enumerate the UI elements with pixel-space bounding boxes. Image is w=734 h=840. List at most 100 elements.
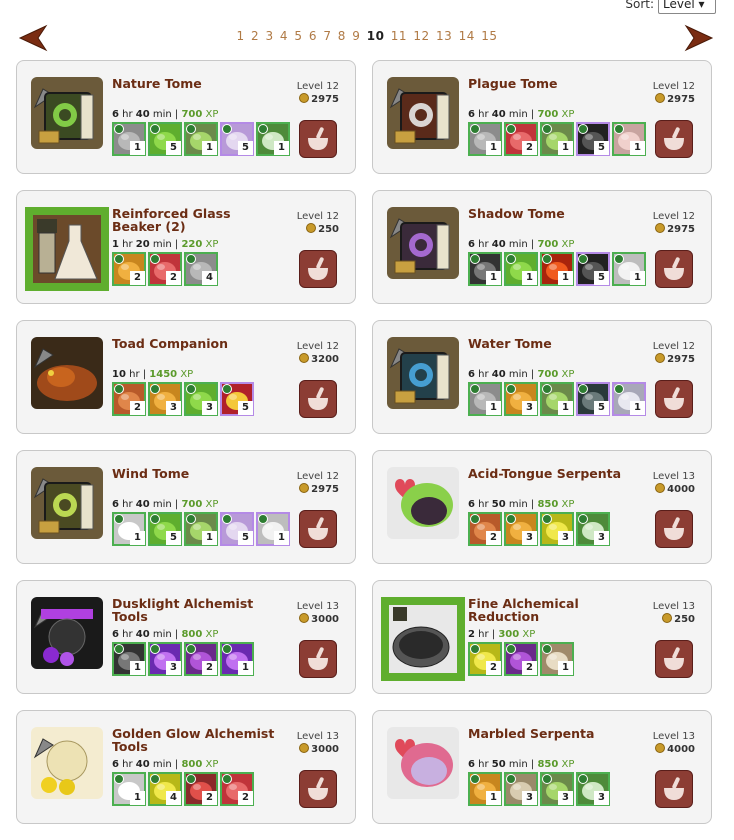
ingredient-slot[interactable]: 1: [468, 252, 502, 286]
ingredient-slot[interactable]: 1: [468, 122, 502, 156]
ingredient-qty: 2: [486, 531, 501, 545]
recipe-card: Plague Tome Level 12 2975 6 hr 40 min | 700…: [372, 60, 712, 174]
ingredient-slot[interactable]: 1: [540, 122, 574, 156]
page-link-4[interactable]: 4: [280, 29, 288, 43]
ingredient-slot[interactable]: 1: [612, 252, 646, 286]
brew-button[interactable]: [299, 250, 337, 288]
ingredient-slot[interactable]: 1: [256, 122, 290, 156]
ingredient-slot[interactable]: 1: [184, 512, 218, 546]
brew-button[interactable]: [655, 380, 693, 418]
ingredient-slot[interactable]: 2: [112, 252, 146, 286]
ingredient-slot[interactable]: 4: [184, 252, 218, 286]
ingredient-owned-icon: [578, 514, 588, 524]
ingredient-slot[interactable]: 1: [468, 382, 502, 416]
page-link-8[interactable]: 8: [338, 29, 346, 43]
sort-select[interactable]: Level ▾: [658, 0, 716, 14]
page-link-11[interactable]: 11: [391, 29, 407, 43]
ingredient-owned-icon: [470, 124, 480, 134]
ingredient-slot[interactable]: 1: [112, 772, 146, 806]
ingredient-owned-icon: [614, 384, 624, 394]
brew-button[interactable]: [655, 250, 693, 288]
ingredient-slot[interactable]: 1: [112, 122, 146, 156]
xp-value: 700: [181, 499, 203, 510]
page-link-7[interactable]: 7: [323, 29, 331, 43]
page-link-2[interactable]: 2: [251, 29, 259, 43]
level-label: Level 12: [652, 211, 695, 222]
recipe-image: [31, 77, 103, 149]
ingredient-slot[interactable]: 1: [256, 512, 290, 546]
ingredient-slot[interactable]: 3: [576, 512, 610, 546]
ingredient-slot[interactable]: 5: [220, 382, 254, 416]
recipe-card: Fine Alchemical Reduction Level 13 250 2 hr…: [372, 580, 712, 694]
ingredient-slot[interactable]: 1: [184, 122, 218, 156]
ingredient-slot[interactable]: 3: [540, 512, 574, 546]
ingredient-slot[interactable]: 3: [148, 642, 182, 676]
ingredient-slot[interactable]: 3: [504, 772, 538, 806]
page-link-5[interactable]: 5: [294, 29, 302, 43]
level-label: Level 12: [296, 211, 339, 222]
xp-label: XP: [561, 369, 575, 380]
ingredient-slot[interactable]: 1: [468, 772, 502, 806]
ingredient-slot[interactable]: 1: [112, 642, 146, 676]
ingredient-slot[interactable]: 5: [576, 252, 610, 286]
page-link-1[interactable]: 1: [237, 29, 245, 43]
ingredient-slot[interactable]: 2: [184, 642, 218, 676]
page-link-6[interactable]: 6: [309, 29, 317, 43]
ingredient-slot[interactable]: 2: [504, 122, 538, 156]
ingredient-owned-icon: [150, 124, 160, 134]
brew-button[interactable]: [299, 770, 337, 808]
ingredient-slot[interactable]: 5: [220, 512, 254, 546]
page-link-12[interactable]: 12: [413, 29, 429, 43]
ingredient-slot[interactable]: 3: [576, 772, 610, 806]
brew-button[interactable]: [655, 120, 693, 158]
recipe-title: Acid-Tongue Serpenta: [468, 466, 622, 481]
ingredient-slot[interactable]: 1: [612, 122, 646, 156]
ingredient-slot[interactable]: 2: [468, 512, 502, 546]
ingredient-slot[interactable]: 3: [504, 512, 538, 546]
ingredient-slot[interactable]: 2: [148, 252, 182, 286]
page-link-15[interactable]: 15: [481, 29, 497, 43]
ingredient-owned-icon: [578, 774, 588, 784]
ingredient-slot[interactable]: 5: [148, 122, 182, 156]
ingredient-list: 1 2 1 5 1: [468, 122, 646, 156]
ingredient-slot[interactable]: 3: [148, 382, 182, 416]
brew-button[interactable]: [655, 640, 693, 678]
ingredient-qty: 5: [594, 271, 609, 285]
ingredient-slot[interactable]: 1: [540, 252, 574, 286]
brew-button[interactable]: [299, 640, 337, 678]
ingredient-slot[interactable]: 5: [576, 382, 610, 416]
ingredient-slot[interactable]: 3: [504, 382, 538, 416]
brew-button[interactable]: [299, 120, 337, 158]
ingredient-owned-icon: [186, 384, 196, 394]
ingredient-slot[interactable]: 3: [540, 772, 574, 806]
ingredient-slot[interactable]: 1: [540, 382, 574, 416]
ingredient-qty: 1: [130, 141, 145, 155]
ingredient-slot[interactable]: 1: [540, 642, 574, 676]
page-link-9[interactable]: 9: [352, 29, 360, 43]
ingredient-slot[interactable]: 1: [220, 642, 254, 676]
ingredient-slot[interactable]: 5: [576, 122, 610, 156]
ingredient-slot[interactable]: 5: [220, 122, 254, 156]
brew-button[interactable]: [299, 380, 337, 418]
ingredient-qty: 1: [130, 531, 145, 545]
ingredient-slot[interactable]: 5: [148, 512, 182, 546]
ingredient-slot[interactable]: 1: [112, 512, 146, 546]
page-link-14[interactable]: 14: [459, 29, 475, 43]
brew-button[interactable]: [655, 770, 693, 808]
page-link-10[interactable]: 10: [367, 29, 385, 43]
ingredient-slot[interactable]: 2: [112, 382, 146, 416]
ingredient-slot[interactable]: 2: [184, 772, 218, 806]
ingredient-slot[interactable]: 2: [504, 642, 538, 676]
mortar-pestle-icon: [308, 127, 328, 150]
ingredient-slot[interactable]: 3: [184, 382, 218, 416]
brew-button[interactable]: [299, 510, 337, 548]
page-link-13[interactable]: 13: [436, 29, 452, 43]
ingredient-slot[interactable]: 2: [468, 642, 502, 676]
ingredient-slot[interactable]: 1: [612, 382, 646, 416]
ingredient-owned-icon: [470, 254, 480, 264]
ingredient-slot[interactable]: 4: [148, 772, 182, 806]
ingredient-slot[interactable]: 1: [504, 252, 538, 286]
brew-button[interactable]: [655, 510, 693, 548]
ingredient-slot[interactable]: 2: [220, 772, 254, 806]
page-link-3[interactable]: 3: [265, 29, 273, 43]
